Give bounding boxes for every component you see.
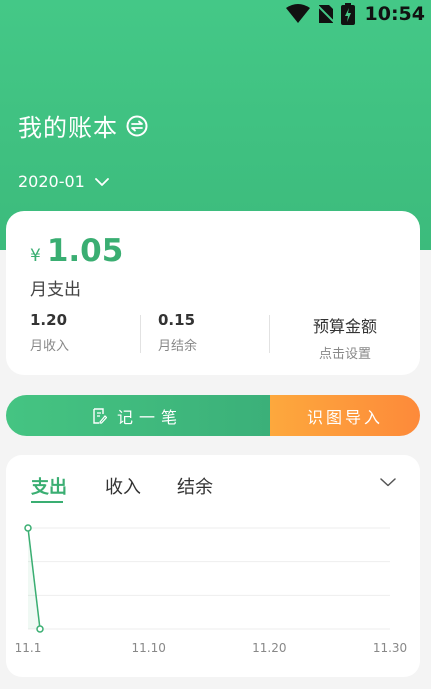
- status-bar: 10:54: [0, 0, 431, 28]
- expense-label: 月支出: [30, 280, 81, 300]
- no-sim-icon: [316, 4, 335, 24]
- month-label: 2020-01: [18, 172, 85, 191]
- record-label: 记一笔: [116, 407, 183, 427]
- swap-icon[interactable]: [126, 115, 148, 137]
- expense-amount: 1.05: [46, 233, 124, 269]
- record-button[interactable]: 记一笔: [6, 395, 270, 436]
- income-value: 1.20: [30, 311, 68, 329]
- data-point: [24, 524, 32, 532]
- wifi-icon: [285, 4, 310, 23]
- chart-card: 支出 收入 结余 11.1 11.10 11.20 11.30: [6, 455, 420, 677]
- expense-line-chart: 11.1 11.10 11.20 11.30: [15, 524, 407, 655]
- month-selector[interactable]: 2020-01: [18, 172, 109, 191]
- monthly-expense: ¥ 1.05: [30, 233, 123, 269]
- balance-label: 月结余: [158, 339, 198, 354]
- summary-card: ¥ 1.05 月支出 1.20 月收入 0.15 月结余 预算金额 点击设置: [6, 211, 420, 375]
- balance-value: 0.15: [158, 311, 196, 329]
- income-label: 月收入: [30, 339, 70, 354]
- income-stat: 1.20 月收入: [30, 311, 69, 354]
- divider: [140, 315, 141, 353]
- edit-icon: [93, 407, 107, 424]
- x-tick-label: 11.1: [15, 641, 42, 655]
- battery-charging-icon: [340, 3, 355, 25]
- balance-stat: 0.15 月结余: [158, 311, 197, 354]
- budget-title: 预算金额: [312, 317, 377, 336]
- page-title: 我的账本: [18, 114, 118, 142]
- clock: 10:54: [364, 3, 425, 25]
- data-point: [36, 625, 44, 633]
- scan-import-button[interactable]: 识图导入: [270, 395, 420, 436]
- x-tick-label: 11.30: [373, 641, 407, 655]
- ledger-switcher[interactable]: 我的账本: [18, 108, 148, 143]
- scan-import-label: 识图导入: [306, 407, 383, 427]
- budget-subtitle: 点击设置: [318, 347, 371, 362]
- chevron-down-icon: [94, 177, 109, 186]
- x-tick-label: 11.10: [131, 641, 165, 655]
- budget-setting[interactable]: 预算金额 点击设置: [270, 313, 420, 362]
- currency-symbol: ¥: [30, 246, 41, 266]
- x-tick-label: 11.20: [252, 641, 286, 655]
